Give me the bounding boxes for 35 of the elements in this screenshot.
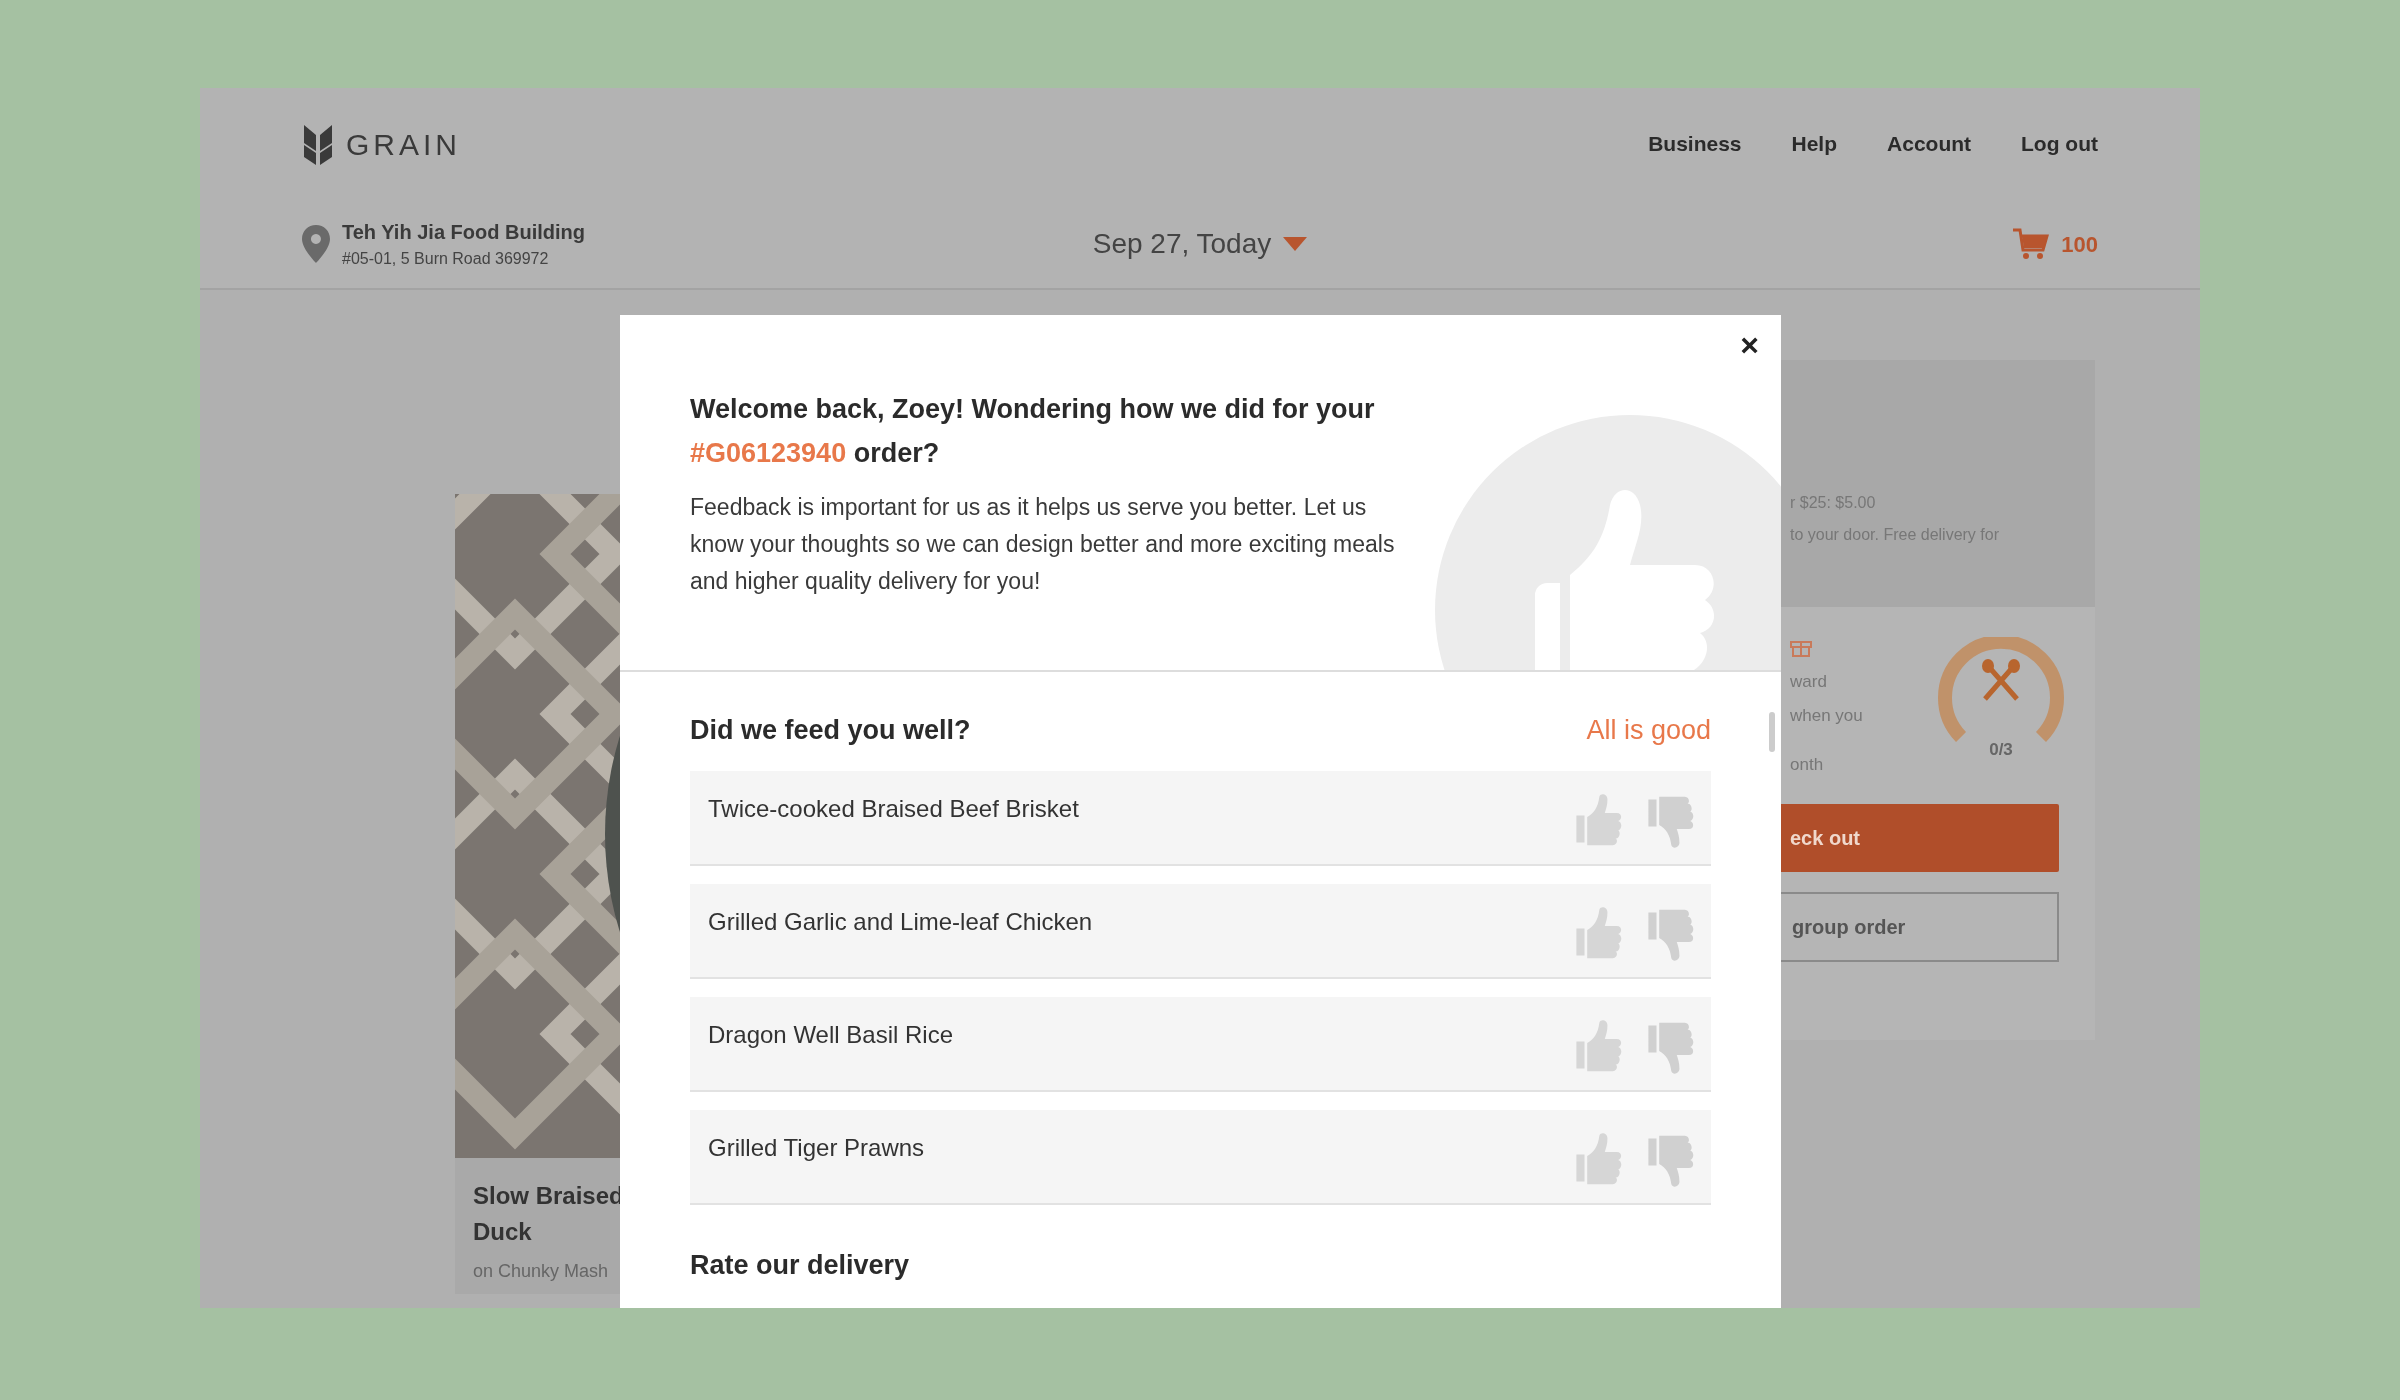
dish-name: Grilled Tiger Prawns xyxy=(708,1132,925,1163)
thumbs-down-icon[interactable] xyxy=(1645,907,1695,961)
reward-text: ward xyxy=(1790,671,1828,693)
close-button[interactable]: × xyxy=(1740,329,1759,361)
location-name: Teh Yih Jia Food Building xyxy=(342,220,585,245)
utensils-icon xyxy=(1979,659,2023,703)
nav-link[interactable]: Account xyxy=(1887,128,1972,160)
modal-title: Welcome back, Zoey! Wondering how we did for your #G06123940 order? xyxy=(690,393,1376,470)
dish-name: Grilled Garlic and Lime-leaf Chicken xyxy=(708,906,1093,937)
brand-name: GRAIN xyxy=(346,126,461,163)
nav-link[interactable]: Help xyxy=(1791,128,1838,160)
thumbs-up-icon[interactable] xyxy=(1573,794,1623,848)
caret-icon xyxy=(1283,237,1308,251)
date-dropdown[interactable]: Sep 27, Today xyxy=(1092,223,1308,265)
thumbs-up-icon[interactable] xyxy=(1573,1020,1623,1074)
reward-text: onth xyxy=(1790,754,1825,776)
section-heading: Did we feed you well? xyxy=(690,714,971,747)
section-heading: Rate our delivery xyxy=(690,1248,911,1282)
scrollbar-thumb[interactable] xyxy=(1769,712,1775,752)
location-address: #05-01, 5 Burn Road 369972 xyxy=(342,249,550,269)
location-pin-icon xyxy=(302,225,330,263)
thumbs-down-icon[interactable] xyxy=(1645,1133,1695,1187)
thumbs-down-icon[interactable] xyxy=(1645,1020,1695,1074)
intro-text: Feedback is important for us as it helps us serve you better. Let us know your thoughts so we can design better and more exciting meals and higher quality delivery for you! xyxy=(690,493,1396,596)
dish-name: Twice-cooked Braised Beef Brisket xyxy=(708,793,1079,824)
nav-link[interactable]: Log out xyxy=(2021,128,2098,160)
dish-name: Dragon Well Basil Rice xyxy=(708,1019,953,1050)
cart-icon xyxy=(2013,228,2050,260)
reward-text: when you xyxy=(1790,704,1863,727)
dish-subtitle: on Chunky Mash xyxy=(473,1260,610,1283)
nav-link[interactable]: Business xyxy=(1648,128,1742,160)
thumbs-up-icon[interactable] xyxy=(1573,907,1623,961)
thumbs-down-icon[interactable] xyxy=(1645,794,1695,848)
progress-count: 0/3 xyxy=(1989,739,2013,761)
thumbs-up-icon[interactable] xyxy=(1573,1133,1623,1187)
